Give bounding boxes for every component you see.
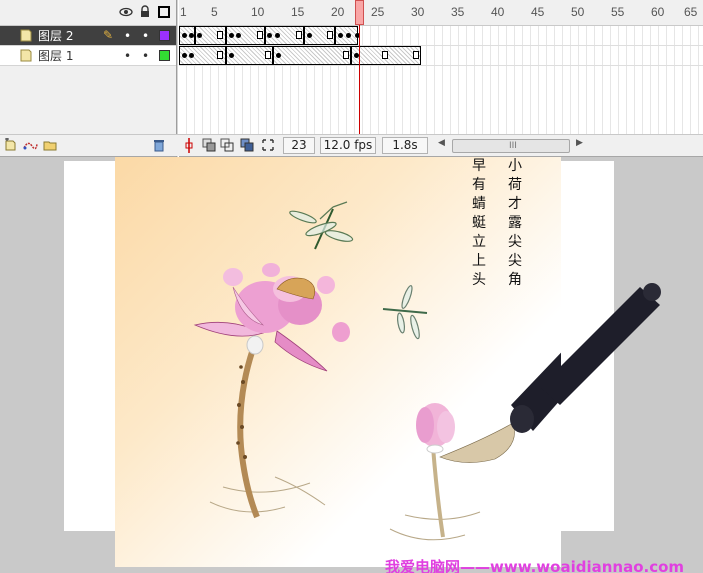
keyframe[interactable] (338, 33, 343, 38)
ripple-left (209, 476, 326, 513)
keyframe[interactable] (229, 53, 234, 58)
layer-header (0, 0, 176, 26)
lock-dot[interactable]: • (142, 29, 149, 43)
onion-skin-icon[interactable] (202, 138, 216, 153)
end-frame[interactable] (257, 31, 263, 39)
insert-folder-icon[interactable] (42, 138, 58, 153)
pencil-icon: ✎ (103, 28, 114, 42)
large-lotus (193, 263, 350, 372)
dragonfly-2 (382, 285, 428, 340)
keyframe[interactable] (346, 33, 351, 38)
keyframe[interactable] (229, 33, 234, 38)
keyframe[interactable] (236, 33, 241, 38)
horizontal-scrollbar[interactable]: III (452, 139, 570, 153)
ruler-tick: 65 (684, 5, 698, 19)
ruler-tick: 45 (531, 5, 545, 19)
ruler-tick: 1 (180, 5, 187, 19)
brush-handle-outside (540, 283, 661, 405)
ruler-tick: 25 (371, 5, 385, 19)
frame-grid[interactable] (179, 26, 703, 134)
stage-area[interactable]: 小荷才露尖尖角 早有蜻蜓立上头 我爱电脑网——www.woaidiannao.c… (0, 157, 703, 573)
timeline-panel: 图层 2 ✎ • • 图层 1 • • 1 5 10 15 20 25 30 3… (0, 0, 703, 157)
lock-icon[interactable] (138, 5, 152, 19)
layer-name: 图层 1 (38, 49, 74, 63)
ruler-tick: 60 (651, 5, 665, 19)
layer-color-swatch[interactable] (159, 30, 170, 41)
keyframe[interactable] (276, 53, 281, 58)
edit-multiple-frames-icon[interactable] (240, 138, 254, 153)
ruler-tick: 55 (611, 5, 625, 19)
ruler-tick: 35 (451, 5, 465, 19)
end-frame[interactable] (217, 51, 223, 59)
frame-row-layer-2[interactable] (179, 26, 703, 46)
layer-row-2[interactable]: 图层 2 ✎ • • (0, 26, 176, 46)
ripple-right (389, 511, 481, 541)
ruler-tick: 40 (491, 5, 505, 19)
frame-ruler[interactable]: 1 5 10 15 20 25 30 35 40 45 50 55 60 65 (179, 0, 703, 26)
elapsed-time-field[interactable]: 1.8s (382, 137, 428, 154)
center-frame-icon[interactable] (183, 138, 195, 153)
ruler-tick: 30 (411, 5, 425, 19)
ruler-tick: 50 (571, 5, 585, 19)
visibility-dot[interactable]: • (124, 29, 131, 43)
visibility-dot[interactable]: • (124, 49, 131, 63)
keyframe[interactable] (197, 33, 202, 38)
keyframe[interactable] (182, 53, 187, 58)
end-frame[interactable] (327, 31, 333, 39)
end-frame[interactable] (217, 31, 223, 39)
layer-row-1[interactable]: 图层 1 • • (0, 46, 176, 66)
scroll-left-icon[interactable]: ◀ (438, 138, 445, 148)
end-frame[interactable] (413, 51, 419, 59)
layer-color-swatch[interactable] (159, 50, 170, 61)
end-frame[interactable] (265, 51, 271, 59)
artwork[interactable]: 小荷才露尖尖角 早有蜻蜓立上头 (115, 157, 561, 567)
layer-name: 图层 2 (38, 29, 74, 43)
modify-onion-markers-icon[interactable] (261, 138, 275, 153)
bud-stem (431, 446, 445, 538)
frame-span[interactable] (273, 46, 351, 65)
lock-dot[interactable]: • (142, 49, 149, 63)
watermark-text: 我爱电脑网——www.woaidiannao.com (385, 558, 685, 573)
keyframe[interactable] (275, 33, 280, 38)
ruler-tick: 5 (211, 5, 218, 19)
keyframe[interactable] (189, 53, 194, 58)
insert-layer-icon[interactable] (4, 137, 18, 153)
ruler-tick: 15 (291, 5, 305, 19)
dragonfly-1 (289, 201, 354, 250)
keyframe[interactable] (189, 33, 194, 38)
keyframe[interactable] (307, 33, 312, 38)
playhead-handle[interactable] (355, 0, 364, 25)
keyframe[interactable] (267, 33, 272, 38)
keyframe[interactable] (182, 33, 187, 38)
scroll-right-icon[interactable]: ▶ (576, 138, 583, 148)
timeline-toolbar: 23 12.0 fps 1.8s ◀ III ▶ (0, 134, 703, 156)
trash-icon[interactable] (152, 138, 166, 153)
eye-icon[interactable] (119, 5, 133, 19)
end-frame[interactable] (343, 51, 349, 59)
outline-icon[interactable] (157, 5, 171, 19)
current-frame-field[interactable]: 23 (283, 137, 315, 154)
motion-guide-icon[interactable] (22, 138, 38, 153)
layer-icon (20, 49, 32, 62)
frame-rate-field[interactable]: 12.0 fps (320, 137, 376, 154)
lotus-bud (416, 403, 455, 454)
end-frame[interactable] (382, 51, 388, 59)
onion-outline-icon[interactable] (220, 138, 234, 153)
ruler-tick: 10 (251, 5, 265, 19)
ruler-tick: 20 (331, 5, 345, 19)
playhead-line (359, 25, 360, 135)
scrollbar-grip[interactable]: III (509, 141, 517, 151)
frame-row-layer-1[interactable] (179, 46, 703, 66)
layer-icon (20, 29, 32, 42)
end-frame[interactable] (296, 31, 302, 39)
illustration (193, 201, 561, 541)
